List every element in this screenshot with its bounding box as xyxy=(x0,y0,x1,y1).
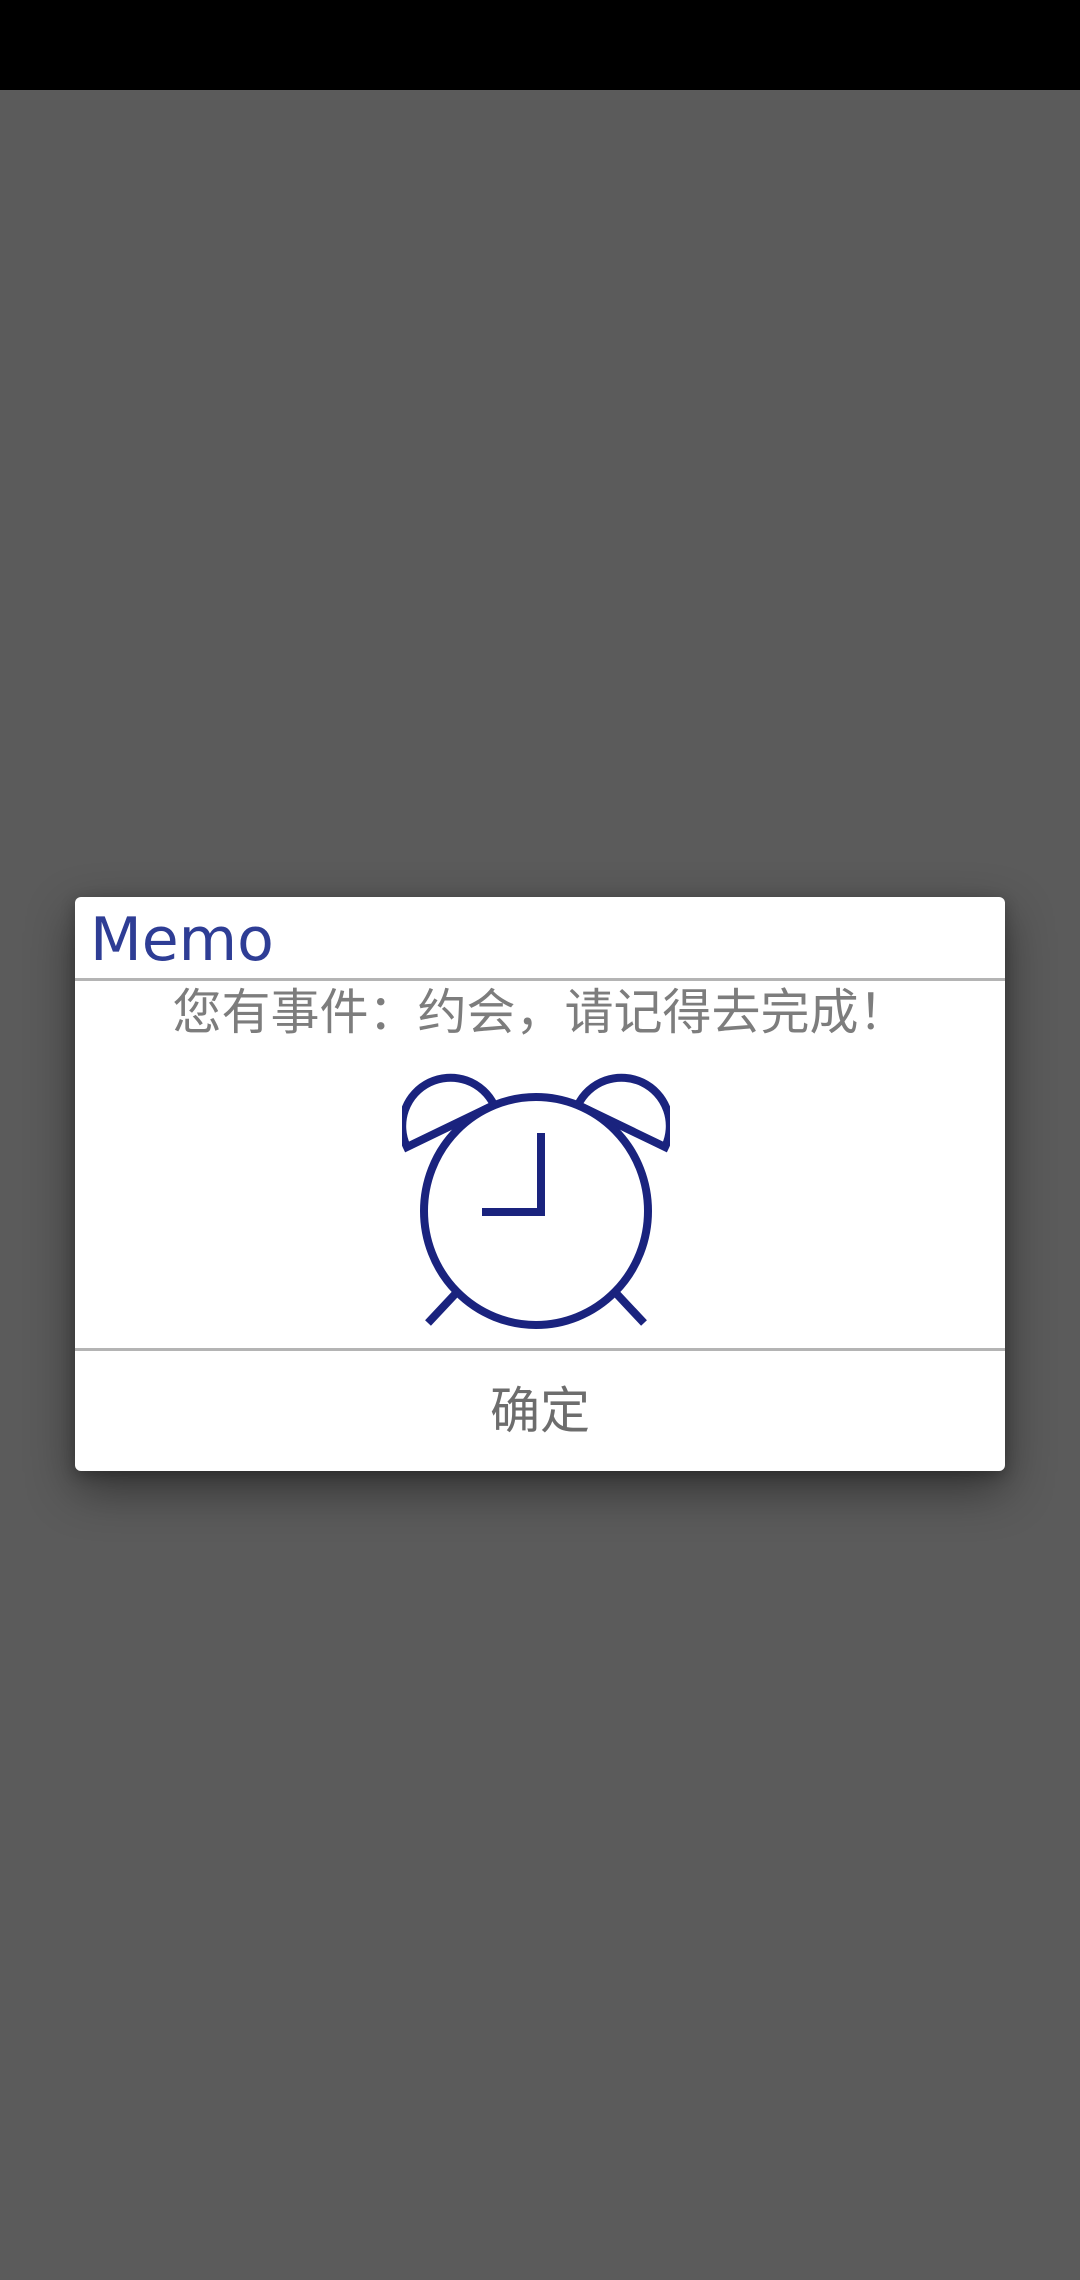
screen: Memo 您有事件：约会，请记得去完成！ 确定 xyxy=(0,0,1080,2280)
alarm-clock-icon xyxy=(402,1073,670,1329)
dialog-title: Memo xyxy=(90,905,274,975)
memo-dialog: Memo 您有事件：约会，请记得去完成！ 确定 xyxy=(75,897,1005,1471)
confirm-button[interactable]: 确定 xyxy=(75,1351,1005,1471)
status-bar xyxy=(0,0,1080,90)
title-divider xyxy=(75,978,1005,981)
dialog-message: 您有事件：约会，请记得去完成！ xyxy=(172,984,908,1041)
